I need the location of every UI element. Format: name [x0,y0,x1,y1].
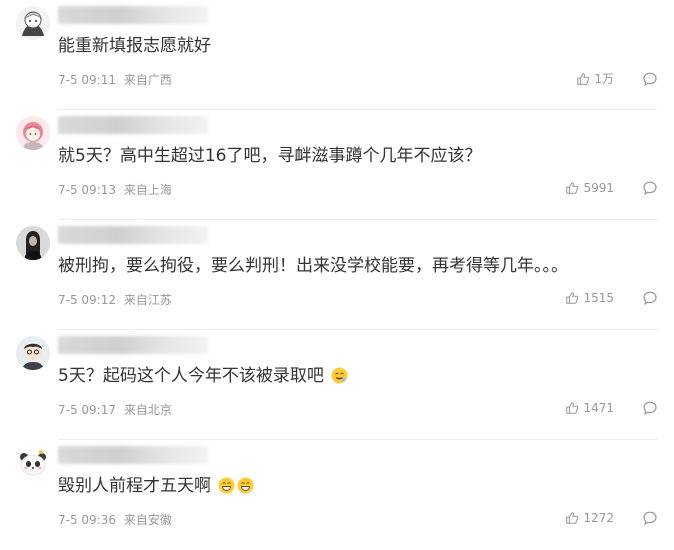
username[interactable]: 用户评论者 [58,336,208,354]
comment-text: 就5天？高中生超过16了吧，寻衅滋事蹲个几年不应该？ [58,144,481,168]
comment-source: 来自上海 [123,183,172,197]
comment-source: 来自北京 [123,403,172,417]
comment-actions: 1272 [565,510,658,526]
like-button[interactable]: 1万 [576,70,614,87]
comment-source: 来自广西 [123,73,172,87]
thumbs-up-icon [577,72,590,85]
comment-date: 7-5 09:11 [58,73,116,87]
grinning-face-emoji [218,477,235,494]
comment-meta: 7-5 09:11 来自广西 [58,72,176,88]
comment-meta: 7-5 09:13 来自上海 [58,182,176,198]
comment-meta: 7-5 09:12 来自江苏 [58,292,176,308]
like-count: 1万 [594,72,614,86]
comment-actions: 1471 [565,400,658,416]
comment-item: 用户评论者 毁别人前程才五天啊 7-5 09:36 来自安徽 1272 [0,440,674,550]
comment-text-body: 毁别人前程才五天啊 [58,476,211,496]
like-count: 5991 [583,181,614,195]
comment-text-body: 被刑拘，要么拘役，要么判刑！出来没学校能要，再考得等几年。。。 [58,256,568,276]
comment-text: 5天？起码这个人今年不该被录取吧 [58,364,348,388]
comment-actions: 1万 [576,70,658,87]
like-count: 1515 [583,291,614,305]
reply-icon[interactable] [642,400,658,416]
comment-text-body: 5天？起码这个人今年不该被录取吧 [58,366,324,386]
panda-avatar[interactable] [16,446,50,480]
comment-date: 7-5 09:13 [58,183,116,197]
photo-avatar[interactable] [16,226,50,260]
thumbs-up-icon [566,182,579,194]
comment-item: 用户评论者 被刑拘，要么拘役，要么判刑！出来没学校能要，再考得等几年。。。 7-… [0,220,674,330]
like-button[interactable]: 1272 [565,511,614,525]
reply-icon[interactable] [642,180,658,196]
username[interactable]: 用户评论者 [58,446,208,464]
comment-text: 能重新填报志愿就好 [58,34,211,58]
cartoon-avatar[interactable] [16,336,50,370]
reply-icon[interactable] [642,71,658,87]
drooling-face-emoji [331,367,348,384]
thumbs-up-icon [566,292,579,304]
like-button[interactable]: 1515 [565,291,614,305]
like-count: 1471 [583,401,614,415]
username[interactable]: 用户评论者 [58,226,208,244]
comment-text-body: 就5天？高中生超过16了吧，寻衅滋事蹲个几年不应该？ [58,146,482,166]
comment-text: 被刑拘，要么拘役，要么判刑！出来没学校能要，再考得等几年。。。 [58,254,568,278]
comment-item: 用户评论者 5天？起码这个人今年不该被录取吧 7-5 09:17 来自北京 14… [0,330,674,440]
comment-source: 来自江苏 [123,293,172,307]
comment-item: 用户评论者 就5天？高中生超过16了吧，寻衅滋事蹲个几年不应该？ 7-5 09:… [0,110,674,220]
reply-icon[interactable] [642,290,658,306]
like-button[interactable]: 1471 [565,401,614,415]
comment-meta: 7-5 09:17 来自北京 [58,402,176,418]
comment-date: 7-5 09:17 [58,403,116,417]
anime-boy-avatar[interactable] [16,6,50,40]
anime-girl-avatar[interactable] [16,116,50,150]
comment-date: 7-5 09:12 [58,293,116,307]
like-button[interactable]: 5991 [565,181,614,195]
reply-icon[interactable] [642,510,658,526]
like-count: 1272 [583,511,614,525]
username[interactable]: 用户评论者 [58,6,208,24]
comment-item: 用户评论者 能重新填报志愿就好 7-5 09:11 来自广西 1万 [0,0,674,110]
comment-meta: 7-5 09:36 来自安徽 [58,512,176,528]
username[interactable]: 用户评论者 [58,116,208,134]
comment-source: 来自安徽 [123,513,172,527]
comment-text: 毁别人前程才五天啊 [58,474,254,498]
comment-date: 7-5 09:36 [58,513,116,527]
grinning-face-emoji [237,477,254,494]
comment-actions: 1515 [565,290,658,306]
comment-actions: 5991 [565,180,658,196]
thumbs-up-icon [566,402,579,414]
comment-text-body: 能重新填报志愿就好 [58,36,211,56]
thumbs-up-icon [566,512,579,524]
